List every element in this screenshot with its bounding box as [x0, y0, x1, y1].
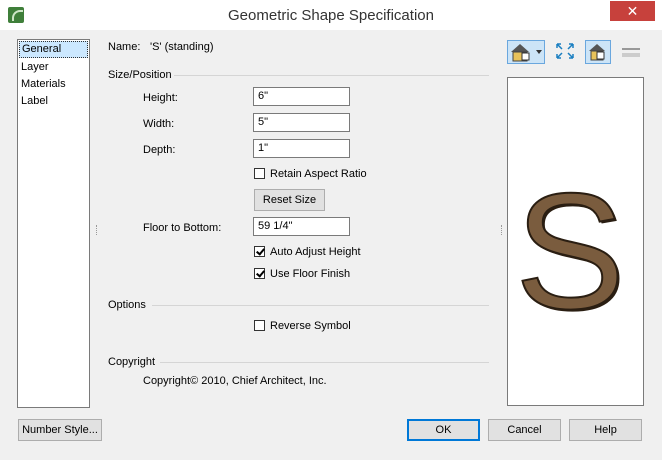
reset-size-button[interactable]: Reset Size [254, 189, 325, 211]
view-camera-icon [511, 44, 542, 62]
fill-window-button[interactable] [553, 40, 577, 64]
view-camera-button[interactable] [507, 40, 545, 64]
splitter-grip-left[interactable] [96, 225, 99, 235]
category-list: General Layer Materials Label [17, 39, 90, 408]
reverse-symbol-checkbox[interactable] [254, 320, 265, 331]
number-style-button[interactable]: Number Style... [18, 419, 102, 441]
cancel-button[interactable]: Cancel [488, 419, 561, 441]
preview-glyph: S [515, 159, 625, 343]
height-label: Height: [143, 92, 178, 104]
options-divider [152, 305, 489, 306]
elevation-view-button[interactable] [619, 40, 643, 64]
floor-to-bottom-field[interactable]: 59 1/4" [253, 217, 350, 236]
retain-aspect-ratio-label: Retain Aspect Ratio [270, 168, 367, 180]
auto-adjust-height-checkbox[interactable] [254, 246, 265, 257]
width-field[interactable]: 5" [253, 113, 350, 132]
help-button[interactable]: Help [569, 419, 642, 441]
sidebar-item-label[interactable]: Label [18, 93, 89, 110]
plan-view-button[interactable] [585, 40, 611, 64]
ok-button[interactable]: OK [407, 419, 480, 441]
depth-field[interactable]: 1" [253, 139, 350, 158]
height-field[interactable]: 6" [253, 87, 350, 106]
plan-view-icon [589, 44, 605, 61]
window-title: Geometric Shape Specification [228, 7, 434, 24]
auto-adjust-height-label: Auto Adjust Height [270, 246, 361, 258]
copyright-text: Copyright© 2010, Chief Architect, Inc. [143, 375, 327, 387]
use-floor-finish-label: Use Floor Finish [270, 268, 351, 280]
name-label: Name: [108, 41, 141, 53]
use-floor-finish-checkbox[interactable] [254, 268, 265, 279]
splitter-grip-right[interactable] [501, 225, 504, 235]
copyright-group-title: Copyright [108, 356, 156, 368]
elevation-view-icon [622, 48, 640, 57]
name-value: 'S' (standing) [150, 41, 214, 53]
retain-aspect-ratio-checkbox[interactable] [254, 168, 265, 179]
reverse-symbol-label: Reverse Symbol [270, 320, 351, 332]
dropdown-arrow-icon [536, 50, 542, 54]
sidebar-item-materials[interactable]: Materials [18, 76, 89, 93]
width-label: Width: [143, 118, 175, 130]
size-position-group-title: Size/Position [108, 69, 172, 81]
fill-window-icon [556, 43, 574, 59]
shape-preview[interactable]: S S [507, 77, 644, 406]
floor-to-bottom-label: Floor to Bottom: [143, 222, 222, 234]
dialog-body: General Layer Materials Label Name: 'S' … [0, 30, 662, 460]
sidebar-item-general[interactable]: General [19, 41, 88, 58]
title-bar: Geometric Shape Specification ✕ [0, 0, 662, 31]
options-group-title: Options [108, 299, 146, 311]
close-button[interactable]: ✕ [610, 1, 655, 21]
depth-label: Depth: [143, 144, 176, 156]
preview-canvas: S S [514, 158, 627, 345]
size-position-divider [174, 75, 489, 76]
copyright-divider [160, 362, 489, 363]
sidebar-item-layer[interactable]: Layer [18, 59, 89, 76]
